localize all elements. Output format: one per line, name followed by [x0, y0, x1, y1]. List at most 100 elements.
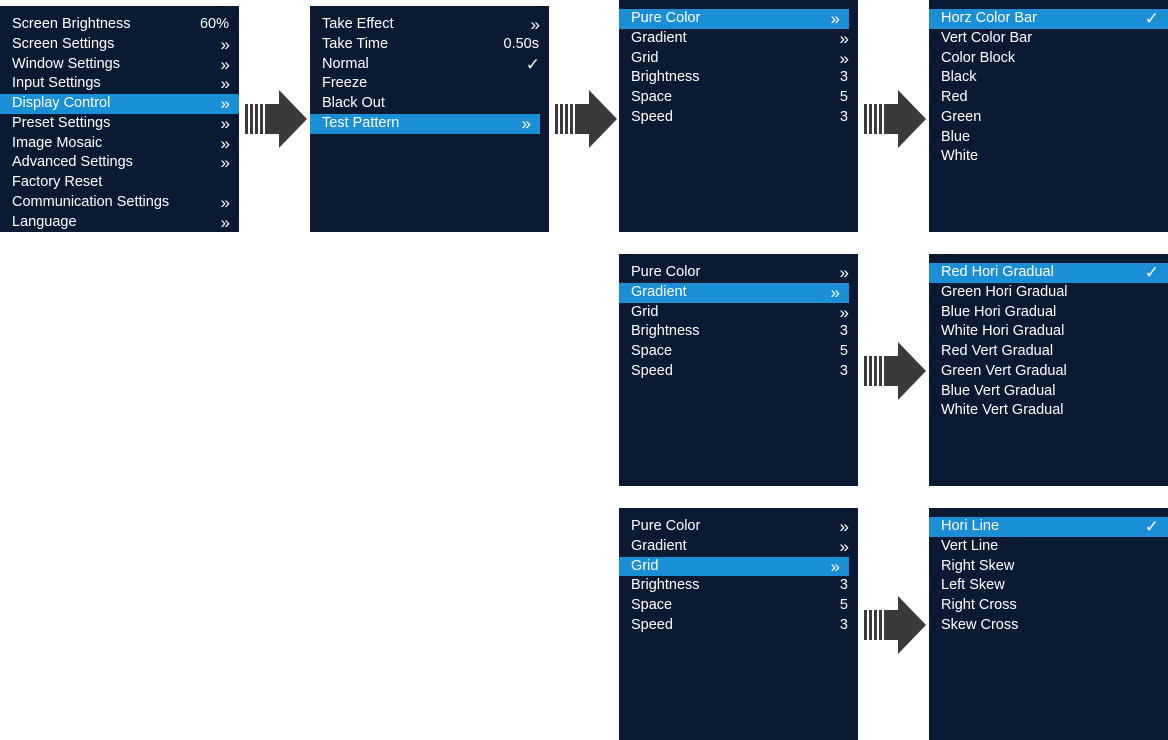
menu-item-label: Brightness — [631, 577, 700, 594]
menu-item-communication-settings[interactable]: Communication Settings » — [0, 193, 239, 213]
double-chevron-right-icon: » — [220, 212, 231, 232]
checkmark-icon: ✓ — [1144, 263, 1159, 282]
option-green-vert-gradual[interactable]: Green Vert Gradual — [929, 362, 1168, 382]
option-vert-color-bar[interactable]: Vert Color Bar — [929, 29, 1168, 49]
option-blue[interactable]: Blue — [929, 128, 1168, 148]
menu-item-label: Pure Color — [631, 10, 701, 26]
menu-item-test-pattern[interactable]: Test Pattern » — [310, 113, 540, 134]
option-left-skew[interactable]: Left Skew — [929, 576, 1168, 596]
option-black[interactable]: Black — [929, 68, 1168, 88]
menu-item-label: Image Mosaic — [12, 134, 103, 151]
menu-item-label: Take Time — [322, 35, 389, 52]
space-value: 5 — [839, 343, 848, 359]
double-chevron-right-icon: » — [220, 113, 231, 133]
option-label: Horz Color Bar — [941, 10, 1037, 26]
double-chevron-right-icon: » — [830, 9, 841, 28]
option-red[interactable]: Red — [929, 88, 1168, 108]
option-label: Vert Line — [941, 537, 999, 554]
option-blue-hori-gradual[interactable]: Blue Hori Gradual — [929, 303, 1168, 323]
option-right-cross[interactable]: Right Cross — [929, 596, 1168, 616]
menu-item-preset-settings[interactable]: Preset Settings » — [0, 114, 239, 134]
menu-item-grid[interactable]: Grid » — [619, 49, 858, 69]
menu-item-label: Screen Settings — [12, 35, 115, 52]
menu-item-display-control[interactable]: Display Control » — [0, 94, 239, 114]
menu-item-brightness[interactable]: Brightness 3 — [619, 576, 858, 596]
menu-item-label: Normal — [322, 55, 369, 72]
menu-item-speed[interactable]: Speed 3 — [619, 108, 858, 128]
menu-item-advanced-settings[interactable]: Advanced Settings » — [0, 153, 239, 173]
menu-item-screen-brightness[interactable]: Screen Brightness 60% — [0, 15, 239, 35]
option-label: Hori Line — [941, 518, 1000, 534]
speed-value: 3 — [839, 108, 848, 125]
menu-item-gradient[interactable]: Gradient » — [619, 537, 858, 557]
menu-item-screen-settings[interactable]: Screen Settings » — [0, 35, 239, 55]
menu-item-take-effect[interactable]: Take Effect » — [310, 15, 549, 35]
menu-item-language[interactable]: Language » — [0, 213, 239, 233]
menu-item-space[interactable]: Space 5 — [619, 342, 858, 362]
menu-item-gradient[interactable]: Gradient » — [619, 282, 849, 303]
menu-item-space[interactable]: Space 5 — [619, 88, 858, 108]
double-chevron-right-icon: » — [830, 556, 841, 576]
menu-item-pure-color[interactable]: Pure Color » — [619, 263, 858, 283]
option-white-hori-gradual[interactable]: White Hori Gradual — [929, 322, 1168, 342]
menu-item-grid[interactable]: Grid » — [619, 303, 858, 323]
double-chevron-right-icon: » — [220, 34, 231, 54]
menu-item-normal[interactable]: Normal ✓ — [310, 55, 549, 75]
menu-item-window-settings[interactable]: Window Settings » — [0, 55, 239, 75]
menu-item-label: Space — [631, 597, 673, 613]
option-label: White Vert Gradual — [941, 402, 1064, 419]
menu-item-brightness[interactable]: Brightness 3 — [619, 322, 858, 342]
menu-item-pure-color[interactable]: Pure Color » — [619, 9, 849, 29]
right-arrow-icon — [555, 90, 617, 148]
menu-item-speed[interactable]: Speed 3 — [619, 616, 858, 636]
menu-item-label: Gradient — [631, 537, 687, 554]
option-skew-cross[interactable]: Skew Cross — [929, 616, 1168, 636]
menu-item-space[interactable]: Space 5 — [619, 596, 858, 616]
pure-color-options-panel: Horz Color Bar ✓ Vert Color Bar Color Blo… — [929, 0, 1168, 232]
option-label: Skew Cross — [941, 616, 1019, 633]
menu-item-gradient[interactable]: Gradient » — [619, 29, 858, 49]
space-value: 5 — [839, 89, 848, 105]
menu-item-label: Black Out — [322, 95, 385, 111]
menu-item-label: Freeze — [322, 75, 368, 92]
option-label: Green Hori Gradual — [941, 283, 1068, 300]
option-horz-color-bar[interactable]: Horz Color Bar ✓ — [929, 9, 1168, 29]
double-chevron-right-icon: » — [220, 94, 231, 113]
option-hori-line[interactable]: Hori Line ✓ — [929, 517, 1168, 537]
menu-item-label: Brightness — [631, 69, 700, 86]
menu-item-label: Gradient — [631, 283, 687, 300]
menu-item-label: Pure Color — [631, 264, 701, 280]
option-white-vert-gradual[interactable]: White Vert Gradual — [929, 401, 1168, 421]
option-label: Blue — [941, 128, 971, 145]
menu-item-input-settings[interactable]: Input Settings » — [0, 74, 239, 94]
menu-item-label: Advanced Settings — [12, 154, 133, 171]
menu-item-brightness[interactable]: Brightness 3 — [619, 68, 858, 88]
double-chevron-right-icon: » — [220, 133, 231, 153]
menu-item-take-time[interactable]: Take Time 0.50s — [310, 35, 549, 55]
menu-item-freeze[interactable]: Freeze — [310, 74, 549, 94]
option-color-block[interactable]: Color Block — [929, 49, 1168, 69]
menu-item-speed[interactable]: Speed 3 — [619, 362, 858, 382]
menu-item-image-mosaic[interactable]: Image Mosaic » — [0, 134, 239, 154]
menu-item-factory-reset[interactable]: Factory Reset — [0, 173, 239, 193]
menu-item-label: Language — [12, 213, 77, 230]
test-pattern-panel-pure-color: Pure Color» Gradient» Grid» Brightness 3 … — [619, 0, 858, 232]
option-blue-vert-gradual[interactable]: Blue Vert Gradual — [929, 382, 1168, 402]
option-green-hori-gradual[interactable]: Green Hori Gradual — [929, 283, 1168, 303]
checkmark-icon: ✓ — [1144, 517, 1159, 536]
right-arrow-icon — [864, 342, 926, 400]
double-chevron-right-icon: » — [839, 263, 850, 282]
speed-value: 3 — [839, 362, 848, 379]
option-red-vert-gradual[interactable]: Red Vert Gradual — [929, 342, 1168, 362]
right-arrow-icon — [245, 90, 307, 148]
double-chevron-right-icon: » — [839, 302, 850, 322]
option-vert-line[interactable]: Vert Line — [929, 537, 1168, 557]
option-white[interactable]: White — [929, 147, 1168, 167]
option-red-hori-gradual[interactable]: Red Hori Gradual ✓ — [929, 263, 1168, 283]
gradient-options-panel: Red Hori Gradual ✓ Green Hori Gradual Blu… — [929, 254, 1168, 486]
menu-item-pure-color[interactable]: Pure Color » — [619, 517, 858, 537]
option-green[interactable]: Green — [929, 108, 1168, 128]
menu-item-grid[interactable]: Grid » — [619, 556, 849, 577]
menu-item-black-out[interactable]: Black Out — [310, 94, 549, 114]
option-right-skew[interactable]: Right Skew — [929, 557, 1168, 577]
